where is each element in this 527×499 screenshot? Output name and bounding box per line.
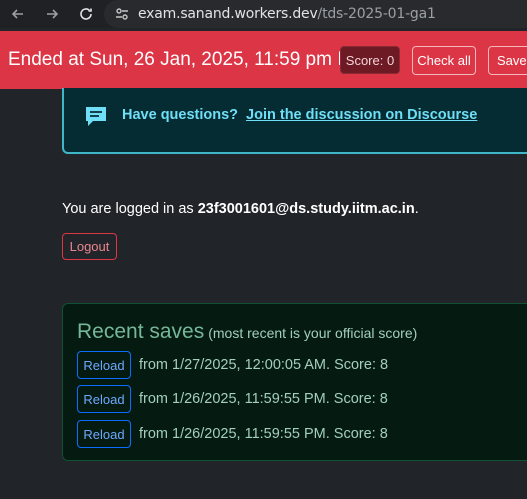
check-all-button[interactable]: Check all: [412, 46, 476, 75]
reload-button[interactable]: Reload: [77, 385, 131, 413]
reload-button[interactable]: Reload: [77, 420, 131, 448]
login-prefix: You are logged in as: [62, 201, 198, 217]
save-row: Reload from 1/26/2025, 11:59:55 PM. Scor…: [77, 385, 388, 413]
save-entry-text: from 1/26/2025, 11:59:55 PM. Score: 8: [139, 426, 388, 442]
site-settings-icon[interactable]: [114, 6, 130, 22]
reload-button[interactable]: Reload: [77, 351, 131, 379]
url-text: exam.sanand.workers.dev/tds-2025-01-ga1: [138, 6, 436, 22]
login-email: 23f3001601@ds.study.iitm.ac.in: [197, 201, 415, 217]
save-row: Reload from 1/26/2025, 11:59:55 PM. Scor…: [77, 420, 388, 448]
score-badge: Score: 0: [340, 46, 400, 74]
login-status: You are logged in as 23f3001601@ds.study…: [62, 201, 419, 217]
discourse-info-box: Have questions? Join the discussion on Di…: [62, 88, 527, 154]
save-button[interactable]: Save: [488, 46, 527, 75]
reload-icon[interactable]: [74, 2, 98, 26]
recent-saves-heading: Recent saves (most recent is your officia…: [77, 320, 417, 344]
save-entry-text: from 1/26/2025, 11:59:55 PM. Score: 8: [139, 391, 388, 407]
save-entry-text: from 1/27/2025, 12:00:05 AM. Score: 8: [139, 357, 389, 373]
save-row: Reload from 1/27/2025, 12:00:05 AM. Scor…: [77, 351, 388, 379]
back-arrow-icon[interactable]: [6, 2, 30, 26]
logout-button[interactable]: Logout: [62, 233, 117, 260]
url-host: exam.sanand.workers.dev: [138, 6, 318, 22]
discourse-link[interactable]: Join the discussion on Discourse: [246, 107, 477, 123]
exam-header: Ended at Sun, 26 Jan, 2025, 11:59 pm IST…: [0, 31, 527, 89]
login-suffix: .: [414, 201, 419, 217]
chat-icon: [84, 104, 108, 128]
browser-toolbar: exam.sanand.workers.dev/tds-2025-01-ga1: [0, 0, 527, 28]
recent-saves-subtitle: (most recent is your official score): [208, 325, 418, 341]
recent-saves-panel: Recent saves (most recent is your officia…: [62, 303, 527, 461]
forward-arrow-icon[interactable]: [40, 2, 64, 26]
recent-saves-title: Recent saves: [77, 320, 205, 343]
address-bar[interactable]: exam.sanand.workers.dev/tds-2025-01-ga1: [104, 0, 527, 28]
ended-status: Ended at Sun, 26 Jan, 2025, 11:59 pm IST: [8, 49, 367, 70]
info-text: Have questions? Join the discussion on Di…: [122, 107, 477, 123]
url-path: /tds-2025-01-ga1: [317, 6, 436, 22]
have-questions-label: Have questions?: [122, 107, 239, 123]
